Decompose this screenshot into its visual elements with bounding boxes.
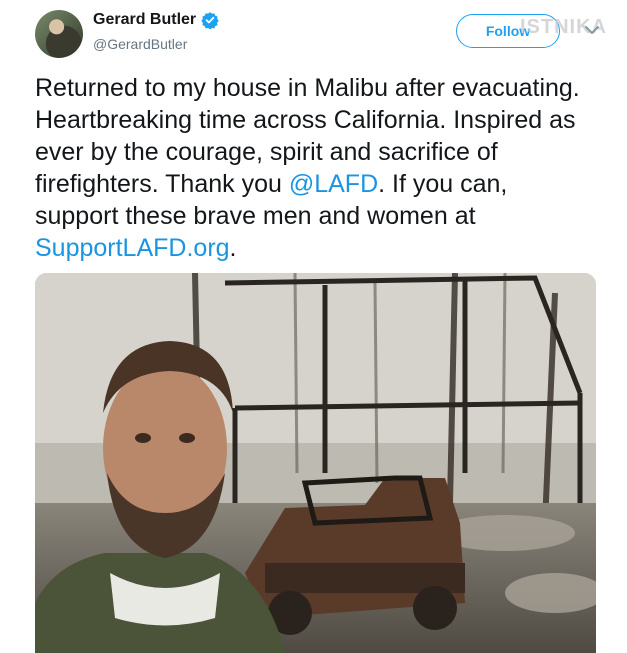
url-link-supportlafd[interactable]: SupportLAFD.org bbox=[35, 234, 230, 262]
chevron-down-icon[interactable] bbox=[584, 24, 600, 36]
tweet-text-part: . bbox=[229, 234, 237, 262]
verified-badge-icon bbox=[201, 12, 219, 29]
author-avatar[interactable] bbox=[35, 10, 83, 58]
author-display-name[interactable]: Gerard Butler bbox=[93, 11, 196, 29]
tweet-photo[interactable] bbox=[35, 273, 596, 653]
tweet-photo-illustration bbox=[35, 273, 596, 653]
author-handle[interactable]: @GerardButler bbox=[93, 36, 187, 52]
tweet-text: Returned to my house in Malibu after eva… bbox=[35, 72, 595, 264]
author-name-row: Gerard Butler bbox=[93, 11, 219, 29]
mention-link-lafd[interactable]: @LAFD bbox=[289, 170, 378, 198]
